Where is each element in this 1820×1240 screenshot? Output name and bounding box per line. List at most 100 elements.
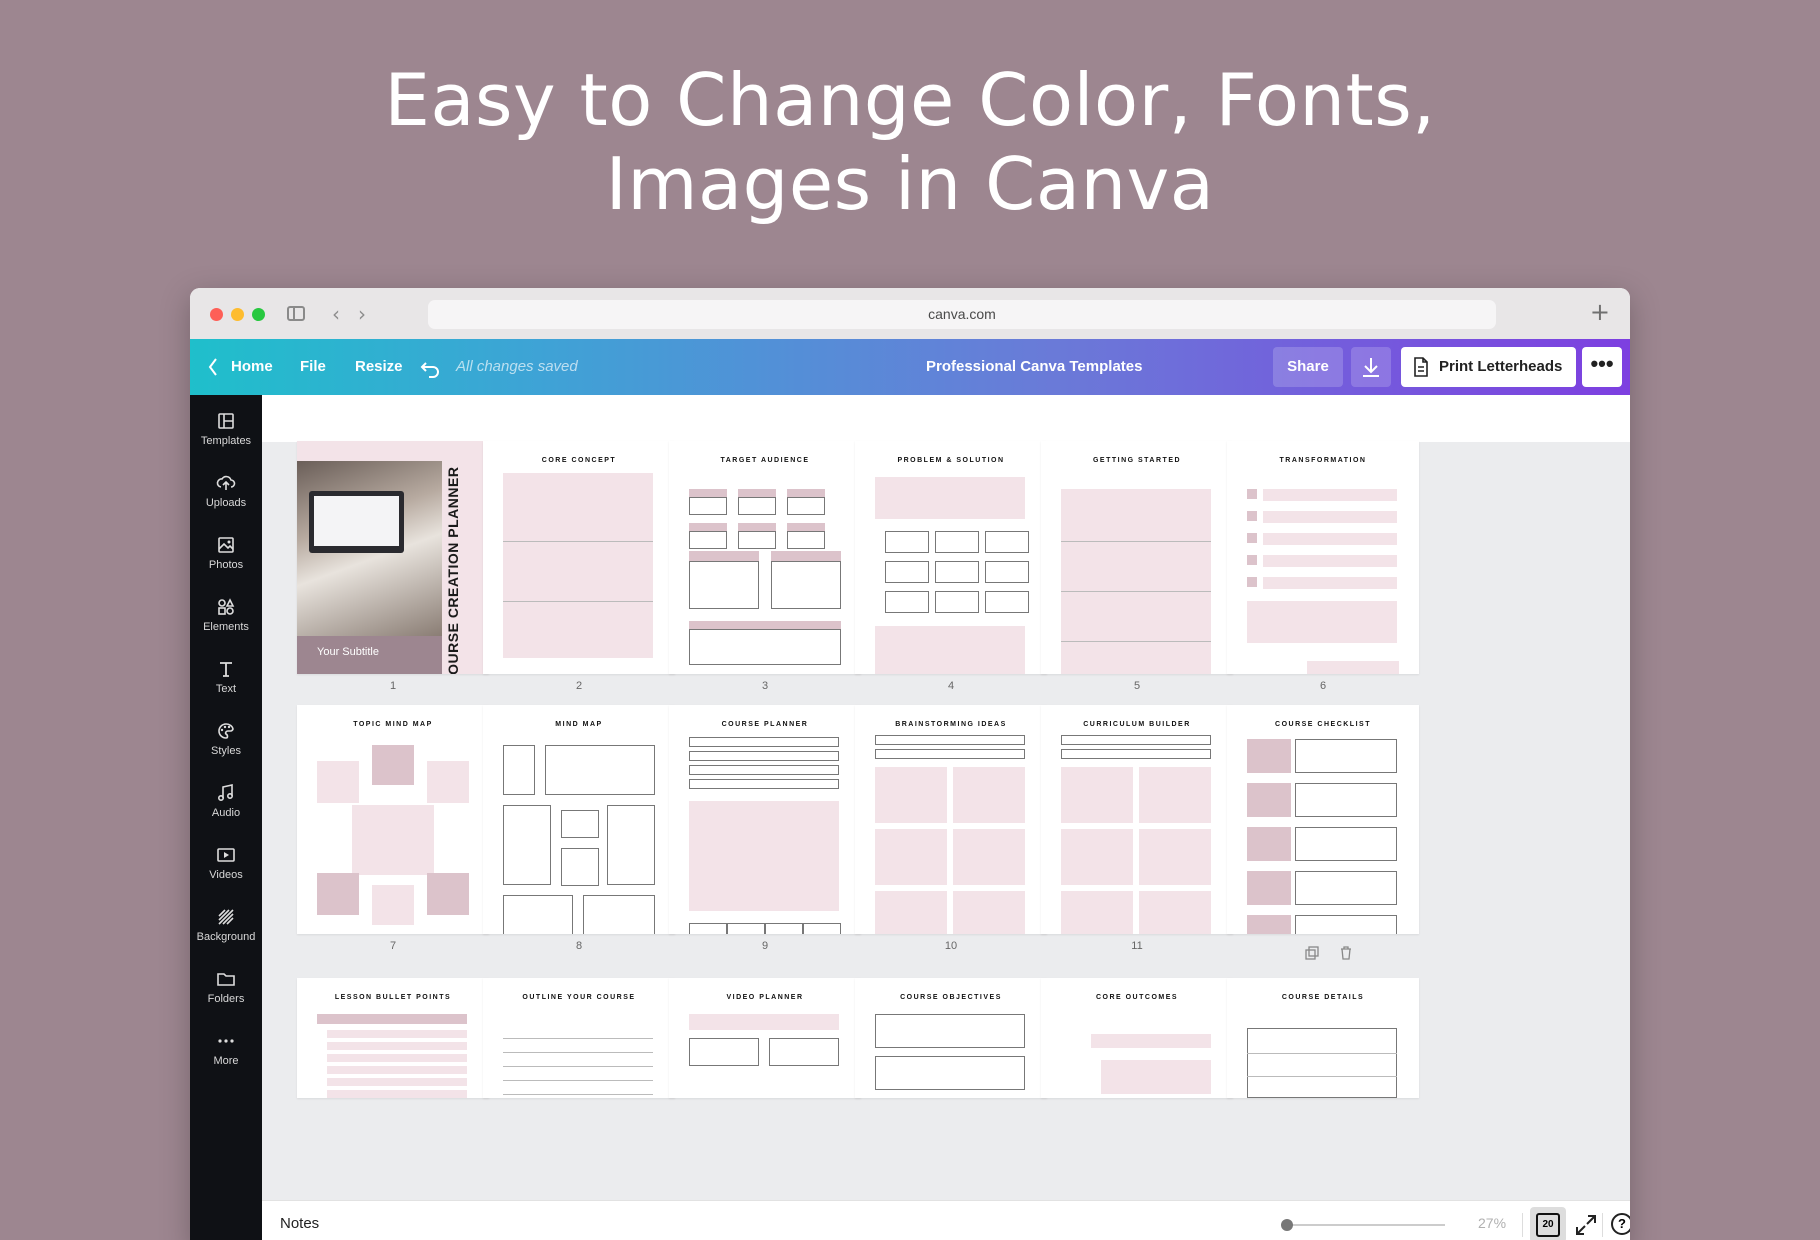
number-circle (1247, 489, 1257, 499)
print-letterheads-button[interactable]: Print Letterheads (1401, 347, 1576, 387)
content-box (1061, 489, 1211, 674)
page-thumbnail[interactable]: OUTLINE YOUR COURSE (483, 978, 675, 1098)
fullscreen-icon[interactable] (1574, 1213, 1598, 1237)
page-thumbnail[interactable]: CORE CONCEPT (483, 441, 675, 674)
page-title: COURSE PLANNER (721, 721, 809, 728)
divider (503, 1052, 653, 1053)
resize-button[interactable]: Resize (355, 339, 403, 395)
input-box (689, 531, 727, 549)
home-button[interactable]: Home (231, 339, 273, 395)
sidebar-item-folders[interactable]: Folders (190, 961, 262, 1023)
duplicate-icon[interactable] (1304, 945, 1320, 961)
sidebar-item-styles[interactable]: Styles (190, 713, 262, 775)
topic-box (317, 873, 359, 915)
topic-box (427, 873, 469, 915)
close-window-button[interactable] (210, 308, 223, 321)
label-box (787, 489, 825, 497)
document-title[interactable]: Professional Canva Templates (926, 339, 1142, 395)
sidebar-item-background[interactable]: Background (190, 899, 262, 961)
undo-icon[interactable] (420, 339, 440, 395)
divider (503, 541, 653, 542)
page-thumbnail[interactable]: BRAINSTORMING IDEAS (855, 705, 1047, 934)
divider (1522, 1213, 1523, 1237)
topic-box (427, 761, 469, 803)
map-box (503, 805, 551, 885)
grid-view-button[interactable]: 20 (1530, 1207, 1566, 1240)
page-thumbnail[interactable]: LESSON BULLET POINTS (297, 978, 489, 1098)
page-thumbnail[interactable]: CURRICULUM BUILDER (1041, 705, 1233, 934)
back-icon[interactable]: ‹ (332, 302, 340, 326)
audio-icon (217, 784, 234, 802)
page-thumbnail[interactable]: COURSE PLANNER (669, 705, 861, 934)
new-tab-icon[interactable]: + (1590, 298, 1610, 326)
share-button[interactable]: Share (1273, 347, 1343, 387)
content-box (1139, 829, 1211, 885)
zoom-slider-track[interactable] (1285, 1224, 1445, 1226)
notes-button[interactable]: Notes (280, 1215, 319, 1232)
page-thumbnail[interactable]: GETTING STARTED (1041, 441, 1233, 674)
sidebar-item-videos[interactable]: Videos (190, 837, 262, 899)
map-box (561, 848, 599, 886)
zoom-level[interactable]: 27% (1478, 1215, 1506, 1231)
page-thumbnail[interactable]: PROBLEM & SOLUTION (855, 441, 1047, 674)
number-circle (1247, 577, 1257, 587)
grid-cell (985, 531, 1029, 553)
input-line (327, 1078, 467, 1086)
sidebar-item-templates[interactable]: Templates (190, 403, 262, 465)
photos-icon (218, 537, 234, 553)
page-thumbnail[interactable]: Your Subtitle COURSE CREATION PLANNER (297, 441, 489, 674)
page-thumbnail[interactable]: VIDEO PLANNER (669, 978, 861, 1098)
page-thumbnail[interactable]: COURSE CHECKLIST (1227, 705, 1419, 934)
more-options-button[interactable]: ••• (1582, 347, 1622, 387)
input-line (1263, 555, 1397, 567)
label-box (689, 621, 841, 629)
maximize-window-button[interactable] (252, 308, 265, 321)
divider (503, 1080, 653, 1081)
minimize-window-button[interactable] (231, 308, 244, 321)
map-box (545, 745, 655, 795)
address-bar[interactable]: canva.com (428, 300, 1496, 329)
cover-subtitle: Your Subtitle (317, 646, 379, 658)
input-line (327, 1054, 467, 1062)
sidebar-item-label: Text (215, 683, 237, 695)
sidebar-item-label: Background (196, 931, 256, 943)
download-button[interactable] (1351, 347, 1391, 387)
sidebar-item-uploads[interactable]: Uploads (190, 465, 262, 527)
page-thumbnail[interactable]: TARGET AUDIENCE (669, 441, 861, 674)
label-box (689, 489, 727, 497)
forward-icon[interactable]: › (358, 302, 366, 326)
grid-cell (885, 591, 929, 613)
zoom-slider-knob[interactable] (1281, 1219, 1293, 1231)
content-box (875, 767, 947, 823)
trash-icon[interactable] (1338, 945, 1354, 961)
page-count: 20 (1536, 1213, 1560, 1237)
grid-cell (885, 561, 929, 583)
grid-cell (935, 531, 979, 553)
chevron-left-icon[interactable] (208, 339, 218, 395)
page-thumbnail[interactable]: TOPIC MIND MAP (297, 705, 489, 934)
input-box (738, 497, 776, 515)
page-thumbnail[interactable]: TRANSFORMATION (1227, 441, 1419, 674)
page-title: COURSE DETAILS (1281, 994, 1365, 1001)
sidebar-item-text[interactable]: Text (190, 651, 262, 713)
sidebar-toggle-icon[interactable] (287, 306, 305, 321)
sidebar-item-photos[interactable]: Photos (190, 527, 262, 589)
print-letterheads-label: Print Letterheads (1439, 358, 1563, 375)
page-thumbnail[interactable]: COURSE OBJECTIVES (855, 978, 1047, 1098)
help-button[interactable]: ? (1611, 1213, 1630, 1235)
cover-title-block: COURSE CREATION PLANNER (440, 461, 466, 674)
map-box (503, 895, 573, 934)
file-menu[interactable]: File (300, 339, 326, 395)
page-thumbnail[interactable]: COURSE DETAILS (1227, 978, 1419, 1098)
page-thumbnail[interactable]: MIND MAP (483, 705, 675, 934)
sidebar-item-more[interactable]: More (190, 1023, 262, 1085)
page-actions (1304, 945, 1364, 963)
sidebar-item-elements[interactable]: Elements (190, 589, 262, 651)
grid-cell (935, 561, 979, 583)
page-number: 10 (944, 940, 958, 952)
number-circle (1247, 533, 1257, 543)
input-line (689, 765, 839, 775)
page-thumbnail[interactable]: CORE OUTCOMES (1041, 978, 1233, 1098)
input-line (689, 737, 839, 747)
sidebar-item-audio[interactable]: Audio (190, 775, 262, 837)
